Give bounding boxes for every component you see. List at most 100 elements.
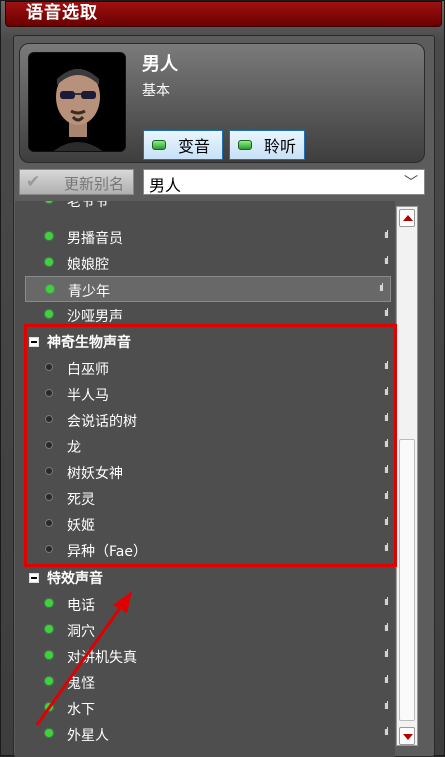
list-item-label: 洞穴: [67, 624, 95, 640]
list-item-label: 鬼怪: [67, 676, 95, 692]
list-item-label: 水下: [67, 702, 95, 718]
signal-icon: ııl: [383, 385, 389, 398]
alias-row: ✔ 更新别名 男人 ﹀: [19, 169, 425, 197]
signal-icon: ııl: [383, 359, 389, 372]
list-item-label: 沙哑男声: [67, 309, 123, 325]
alias-select-value: 男人: [149, 176, 182, 195]
list-item-label: 男播音员: [67, 231, 123, 247]
signal-icon: ııl: [383, 411, 389, 424]
list-item[interactable]: 沙哑男声 ııl: [15, 302, 395, 328]
list-item-label: 娘娘腔: [67, 257, 109, 273]
signal-icon: ııl: [383, 437, 389, 450]
category-header[interactable]: 神奇生物声音: [15, 329, 395, 355]
voice-name: 男人: [142, 54, 178, 75]
status-dot-icon: [45, 729, 53, 737]
signal-icon: ııl: [383, 621, 389, 634]
list-item[interactable]: 树妖女神 ııl: [15, 459, 395, 485]
list-item[interactable]: 异种（Fae） ııl: [15, 537, 395, 563]
list-item-label: 龙: [67, 440, 81, 456]
list-item[interactable]: 白巫师 ııl: [15, 355, 395, 381]
status-dot-icon: [45, 467, 53, 475]
collapse-icon[interactable]: [29, 573, 39, 583]
alias-select[interactable]: 男人 ﹀: [143, 169, 425, 195]
signal-icon: ııl: [383, 254, 389, 267]
window-title: 语音选取: [26, 3, 98, 23]
status-dot-icon: [45, 493, 53, 501]
signal-icon: ııl: [383, 515, 389, 528]
signal-icon: ııl: [383, 725, 389, 738]
list-item-label: 妖姬: [67, 518, 95, 534]
status-dot-icon: [45, 258, 53, 266]
list-item[interactable]: 会说话的树 ııl: [15, 407, 395, 433]
signal-icon: ııl: [383, 228, 389, 241]
avatar: [28, 52, 126, 152]
status-dot-icon: [45, 363, 53, 371]
list-item[interactable]: 水下 ııl: [15, 695, 395, 721]
signal-icon: ııl: [383, 647, 389, 660]
status-dot-icon: [45, 599, 53, 607]
listen-label: 聆听: [264, 137, 297, 156]
category-label: 神奇生物声音: [47, 335, 131, 351]
list-item[interactable]: 半人马 ııl: [15, 381, 395, 407]
signal-icon: ııl: [383, 699, 389, 712]
list-item-label: 半人马: [67, 388, 109, 404]
signal-icon: ııl: [383, 541, 389, 554]
scroll-up-arrow-icon[interactable]: [399, 209, 415, 227]
status-dot-icon: [45, 441, 53, 449]
avatar-image: [29, 53, 125, 151]
vertical-scrollbar[interactable]: [396, 206, 418, 746]
list-item-label: 外星人: [67, 728, 109, 744]
list-item[interactable]: 鬼怪 ııl: [15, 669, 395, 695]
list-item-selected[interactable]: 青少年 ııl: [25, 276, 391, 302]
status-dot-icon: [45, 651, 53, 659]
signal-icon: ııl: [384, 201, 389, 204]
change-voice-label: 变音: [178, 137, 211, 156]
list-item[interactable]: 外星人 ııl: [15, 721, 395, 747]
scroll-thumb[interactable]: [399, 439, 415, 721]
status-dot-icon: [45, 677, 53, 685]
status-dot-icon: [45, 519, 53, 527]
status-dot-icon: [45, 389, 53, 397]
status-dot-icon: [45, 232, 53, 240]
list-item[interactable]: 对讲机失真 ııl: [15, 643, 395, 669]
checkmark-icon: ✔: [26, 172, 41, 192]
voice-list: 老爷爷 ııl 男播音员 ııl 娘娘腔 ııl 青少年 ııl 沙哑男声 ıı…: [15, 201, 395, 757]
voice-type: 基本: [142, 83, 170, 99]
status-dot-icon: [45, 310, 53, 318]
title-bar: 语音选取: [5, 1, 442, 27]
list-item[interactable]: 洞穴 ııl: [15, 617, 395, 643]
list-item[interactable]: 妖姬 ııl: [15, 511, 395, 537]
category-header[interactable]: 特效声音: [15, 565, 395, 591]
list-item[interactable]: 死灵 ııl: [15, 485, 395, 511]
list-item[interactable]: 男播音员 ııl: [15, 224, 395, 250]
update-alias-button[interactable]: ✔ 更新别名: [19, 169, 134, 195]
change-voice-button[interactable]: 变音: [143, 130, 223, 160]
list-item-label: 电话: [67, 598, 95, 614]
status-dot-icon: [45, 415, 53, 423]
list-item[interactable]: 娘娘腔 ııl: [15, 250, 395, 276]
collapse-icon[interactable]: [29, 337, 39, 347]
signal-icon: ııl: [378, 281, 384, 294]
list-item-label: 老爷爷: [67, 201, 109, 210]
update-alias-label: 更新别名: [64, 175, 125, 193]
list-item[interactable]: 老爷爷 ııl: [15, 201, 395, 213]
status-dot-icon: [45, 545, 53, 553]
list-item-label: 白巫师: [67, 362, 109, 378]
listen-button[interactable]: 聆听: [229, 130, 305, 160]
led-icon: [238, 140, 252, 150]
list-item-label: 会说话的树: [67, 414, 137, 430]
signal-icon: ııl: [383, 595, 389, 608]
led-icon: [152, 140, 166, 150]
list-item[interactable]: 龙 ııl: [15, 433, 395, 459]
list-item-label: 树妖女神: [67, 466, 123, 482]
scroll-down-arrow-icon[interactable]: [399, 727, 415, 745]
status-dot-icon: [45, 201, 53, 203]
category-label: 特效声音: [47, 571, 103, 587]
list-item-label: 异种（Fae）: [67, 544, 147, 560]
status-dot-icon: [45, 703, 53, 711]
status-dot-icon: [45, 625, 53, 633]
signal-icon: ııl: [383, 489, 389, 502]
list-item[interactable]: 电话 ııl: [15, 591, 395, 617]
signal-icon: ııl: [383, 306, 389, 319]
voice-select-window: 语音选取 男人 基本 变音 聆听 ✔ 更新别名 男人 ﹀ 老爷爷 男播音员 ıı…: [0, 0, 445, 757]
